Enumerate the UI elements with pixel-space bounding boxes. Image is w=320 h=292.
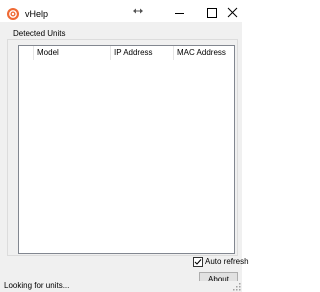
column-separator[interactable] <box>110 46 111 60</box>
column-header-model[interactable]: Model <box>33 46 110 60</box>
column-separator[interactable] <box>173 46 174 60</box>
app-window: vHelp Detected Units Model IP Address MA… <box>0 0 249 292</box>
column-separator[interactable] <box>33 46 34 60</box>
close-icon <box>227 7 238 18</box>
app-logo-icon <box>7 8 19 20</box>
minimize-button[interactable] <box>164 2 196 24</box>
list-body[interactable] <box>19 60 234 253</box>
group-legend: Detected Units <box>11 29 68 39</box>
checkbox-box[interactable] <box>193 257 203 267</box>
status-text: Looking for units... <box>4 281 70 290</box>
column-header-ip-address[interactable]: IP Address <box>110 46 173 60</box>
title-bar[interactable]: vHelp <box>0 0 242 22</box>
minimize-icon <box>175 13 184 14</box>
close-button[interactable] <box>222 2 242 24</box>
size-grip-icon[interactable] <box>233 283 241 291</box>
column-header-mac-address[interactable]: MAC Address <box>173 46 234 60</box>
resize-horizontal-icon[interactable] <box>133 8 143 14</box>
units-list[interactable]: Model IP Address MAC Address <box>18 45 235 254</box>
checkmark-icon <box>194 259 202 265</box>
status-bar: Looking for units... <box>0 281 242 292</box>
list-header: Model IP Address MAC Address <box>19 46 234 60</box>
column-header-select[interactable] <box>19 46 33 60</box>
auto-refresh-label[interactable]: Auto refresh <box>205 257 249 267</box>
window-title: vHelp <box>25 9 49 19</box>
